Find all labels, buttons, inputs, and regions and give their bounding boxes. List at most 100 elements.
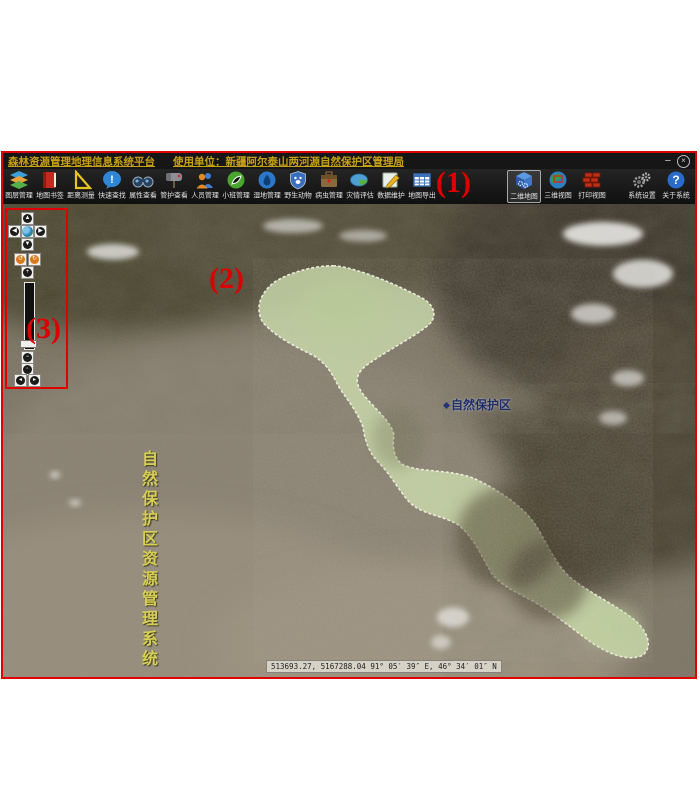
toolbar-button-pest-manage[interactable]: 病虫管理 — [313, 170, 344, 201]
toolbar-label: 管护查看 — [160, 190, 188, 200]
reserve-label: 自然保护区 — [451, 396, 511, 413]
minus-icon: − — [23, 353, 32, 362]
mailbox-icon — [163, 170, 185, 190]
rotate-left-button[interactable]: ↺ — [14, 253, 27, 266]
history-back-button[interactable]: ◂ — [14, 374, 27, 387]
globe-3d-icon — [547, 170, 569, 190]
arrow-left-icon: ◀ — [10, 227, 19, 236]
back-icon: ◦ — [23, 365, 32, 374]
app-window: 森林资源管理地理信息系统平台 使用单位：新疆阿尔泰山两河源自然保护区管理局 − … — [1, 151, 697, 679]
annotation-1: (1) — [436, 166, 471, 200]
arrow-right-icon: ▶ — [36, 227, 45, 236]
toolbar-right-group: 二维地图 三维视图 — [507, 170, 693, 203]
toolbar-button-2d-map[interactable]: 二维地图 — [507, 170, 541, 203]
arrow-up-icon: ▲ — [23, 214, 32, 223]
toolbar: 图层管理 地图书签 距离测量 — [3, 169, 695, 204]
toolbar-left-group: 图层管理 地图书签 距离测量 — [3, 170, 437, 201]
plus-icon: + — [23, 268, 32, 277]
gears-icon — [631, 170, 653, 190]
title-bar: 森林资源管理地理信息系统平台 使用单位：新疆阿尔泰山两河源自然保护区管理局 − … — [3, 153, 695, 169]
toolbar-label: 地图导出 — [408, 190, 436, 200]
toolbar-button-layer-manage[interactable]: 图层管理 — [3, 170, 34, 201]
rotate-right-icon: ↻ — [30, 255, 39, 264]
toolbar-button-wildlife[interactable]: 野生动物 — [282, 170, 313, 201]
ruler-triangle-icon — [70, 170, 92, 190]
satellite-terrain-image — [3, 204, 695, 677]
coordinate-status-bar: 513693.27, 5167288.04 91° 05′ 39″ E, 46°… — [266, 660, 502, 673]
toolbar-button-disaster-assess[interactable]: 灾情评估 — [344, 170, 375, 201]
quick-search-bubble-icon: ! — [101, 170, 123, 190]
history-back-icon: ◂ — [16, 376, 25, 385]
toolbar-button-system-settings[interactable]: 系统设置 — [625, 170, 659, 203]
toolbar-label: 系统设置 — [628, 190, 656, 200]
pan-right-button[interactable]: ▶ — [34, 225, 47, 238]
toolbar-button-map-bookmark[interactable]: 地图书签 — [34, 170, 65, 201]
pan-up-button[interactable]: ▲ — [21, 212, 34, 225]
zoom-in-button[interactable]: + — [21, 266, 34, 279]
map-navigation-control: ▲ ◀ ▶ ▼ ↺ ↻ + − ◦ ◂ ▸ — [5, 208, 68, 389]
toolbar-gap — [609, 170, 625, 203]
app-org-subtitle: 使用单位：新疆阿尔泰山两河源自然保护区管理局 — [173, 154, 404, 169]
shield-paw-icon — [287, 170, 309, 190]
question-icon: ? — [665, 170, 687, 190]
toolbar-label: 关于系统 — [662, 190, 690, 200]
pan-down-button[interactable]: ▼ — [21, 238, 34, 251]
toolbar-label: 图层管理 — [5, 190, 33, 200]
toolbar-label: 病虫管理 — [315, 190, 343, 200]
annotation-2: (2) — [209, 262, 244, 296]
svg-text:?: ? — [672, 173, 679, 187]
toolbar-label: 数据维护 — [377, 190, 405, 200]
globe-icon — [22, 226, 33, 237]
bookmark-book-icon — [39, 170, 61, 190]
toolbar-button-wetland-manage[interactable]: 湿地管理 — [251, 170, 282, 201]
toolbar-label: 湿地管理 — [253, 190, 281, 200]
table-grid-icon — [411, 170, 433, 190]
binoculars-icon — [132, 170, 154, 190]
toolbar-label: 野生动物 — [284, 190, 312, 200]
toolbar-button-patrol-view[interactable]: 管护查看 — [158, 170, 189, 201]
close-icon[interactable]: × — [677, 155, 690, 168]
toolbar-label: 小班管理 — [222, 190, 250, 200]
toolbar-button-about-system[interactable]: ? 关于系统 — [659, 170, 693, 203]
toolbar-button-quick-search[interactable]: ! 快速查找 — [96, 170, 127, 201]
toolbar-button-data-maintain[interactable]: 数据维护 — [375, 170, 406, 201]
history-forward-icon: ▸ — [30, 376, 39, 385]
cube-2d-map-icon — [513, 171, 535, 191]
toolbar-label: 二维地图 — [510, 191, 538, 201]
layers-icon — [8, 170, 30, 190]
toolbar-button-3d-view[interactable]: 三维视图 — [541, 170, 575, 203]
pie-chart-icon — [349, 170, 371, 190]
full-extent-button[interactable] — [21, 225, 34, 238]
watermark-system-name: 自然保护区资源管理系统 — [137, 450, 159, 670]
rotate-right-button[interactable]: ↻ — [28, 253, 41, 266]
toolbar-button-subcompartment-manage[interactable]: 小班管理 — [220, 170, 251, 201]
leaf-circle-icon — [225, 170, 247, 190]
toolbar-label: 属性查看 — [129, 190, 157, 200]
toolbar-label: 灾情评估 — [346, 190, 374, 200]
toolbar-button-map-export[interactable]: 地图导出 — [406, 170, 437, 201]
print-bricks-icon — [581, 170, 603, 190]
arrow-down-icon: ▼ — [23, 240, 32, 249]
pan-left-button[interactable]: ◀ — [8, 225, 21, 238]
briefcase-bug-icon — [318, 170, 340, 190]
toolbar-label: 距离测量 — [67, 190, 95, 200]
toolbar-label: 三维视图 — [544, 190, 572, 200]
toolbar-button-attribute-view[interactable]: 属性查看 — [127, 170, 158, 201]
toolbar-label: 打印视图 — [578, 190, 606, 200]
rotate-left-icon: ↺ — [16, 255, 25, 264]
people-icon — [194, 170, 216, 190]
toolbar-label: 地图书签 — [36, 190, 64, 200]
minimize-icon[interactable]: − — [665, 156, 671, 166]
annotation-3: (3) — [26, 312, 61, 346]
water-drop-icon — [256, 170, 278, 190]
toolbar-label: 快速查找 — [98, 190, 126, 200]
app-title: 森林资源管理地理信息系统平台 — [8, 154, 155, 169]
toolbar-button-print-view[interactable]: 打印视图 — [575, 170, 609, 203]
toolbar-label: 人员管理 — [191, 190, 219, 200]
toolbar-button-distance-measure[interactable]: 距离测量 — [65, 170, 96, 201]
map-viewport[interactable]: ▲ ◀ ▶ ▼ ↺ ↻ + − ◦ ◂ ▸ (2) (3) 自然保护区 自然保护… — [3, 204, 695, 677]
toolbar-button-personnel-manage[interactable]: 人员管理 — [189, 170, 220, 201]
history-forward-button[interactable]: ▸ — [28, 374, 41, 387]
svg-text:!: ! — [110, 174, 114, 186]
pencil-edit-icon — [380, 170, 402, 190]
